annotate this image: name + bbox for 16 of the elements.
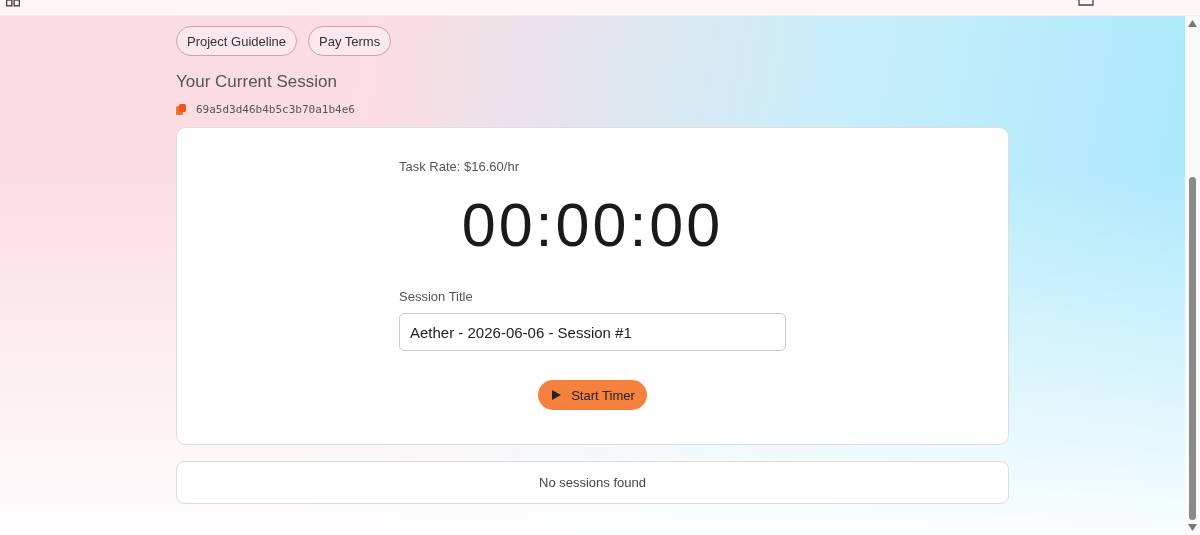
link-button[interactable]: Project Guideline bbox=[176, 26, 297, 56]
empty-message: No sessions found bbox=[539, 475, 646, 490]
play-icon bbox=[552, 390, 562, 400]
session-title-field[interactable]: Aether - 2026-06-06 - Session #1 bbox=[399, 313, 786, 351]
task-rate: Task Rate: $16.60/hr bbox=[399, 159, 520, 174]
scroll-up-icon[interactable] bbox=[1188, 20, 1197, 27]
timer-display: 00:00:00 bbox=[460, 190, 725, 261]
field-label: Session Title bbox=[399, 289, 474, 304]
start-timer-button[interactable]: Start Timer bbox=[538, 380, 647, 410]
scrollbar[interactable] bbox=[1185, 16, 1200, 535]
apps-icon[interactable] bbox=[6, 0, 20, 7]
link-button[interactable]: Pay Terms bbox=[308, 26, 392, 56]
scroll-down-icon[interactable] bbox=[1188, 524, 1197, 531]
section-heading: Your Current Session bbox=[176, 72, 338, 92]
session-id: 69a5d3d46b4b5c3b70a1b4e6 bbox=[196, 103, 355, 116]
copy-icon[interactable] bbox=[176, 104, 186, 115]
